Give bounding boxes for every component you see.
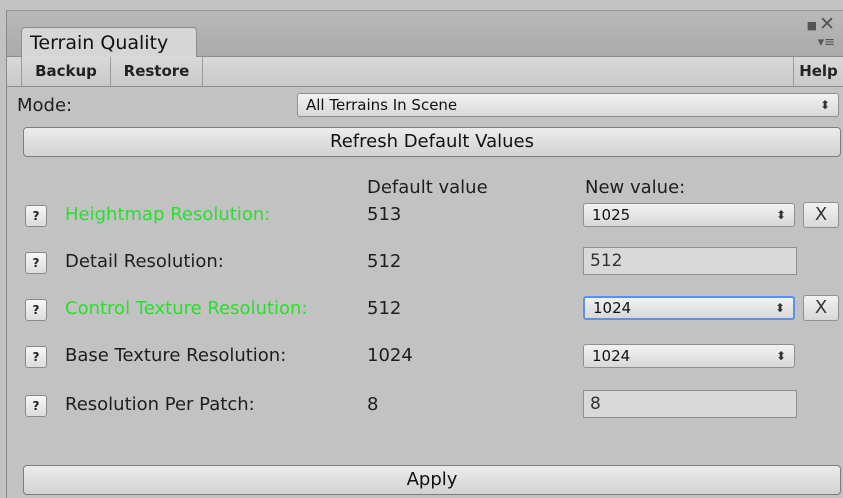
base-texture-new-value: 1024 — [592, 347, 631, 365]
default-value-header: Default value — [367, 177, 488, 198]
heightmap-default-value: 513 — [367, 204, 402, 225]
tab-strip: Terrain Quality ■ ✕ ▾≡ — [7, 11, 843, 57]
resolution-per-patch-label: Resolution Per Patch: — [65, 394, 255, 415]
help-button[interactable]: Help — [793, 57, 843, 86]
heightmap-reset-button[interactable]: X — [803, 202, 839, 228]
dropdown-arrows-icon: ⬍ — [774, 301, 785, 315]
resolution-per-patch-default-value: 8 — [367, 394, 379, 415]
base-texture-help-button[interactable]: ? — [25, 346, 47, 368]
mode-dropdown[interactable]: All Terrains In Scene ⬍ — [297, 93, 839, 117]
backup-button[interactable]: Backup — [21, 57, 111, 86]
panel-menu-icon[interactable]: ▾≡ — [818, 35, 835, 50]
dropdown-arrows-icon: ⬍ — [775, 208, 786, 222]
heightmap-resolution-label: Heightmap Resolution: — [65, 204, 271, 225]
detail-default-value: 512 — [367, 251, 402, 272]
base-texture-new-value-dropdown[interactable]: 1024 ⬍ — [583, 344, 795, 368]
heightmap-help-button[interactable]: ? — [25, 205, 47, 227]
control-texture-resolution-label: Control Texture Resolution: — [65, 298, 308, 319]
heightmap-new-value: 1025 — [592, 206, 631, 224]
detail-resolution-label: Detail Resolution: — [65, 251, 224, 272]
heightmap-new-value-dropdown[interactable]: 1025 ⬍ — [583, 203, 795, 227]
control-texture-new-value-dropdown[interactable]: 1024 ⬍ — [583, 296, 795, 320]
detail-new-value-field[interactable]: 512 — [583, 247, 797, 275]
resolution-per-patch-new-value-field[interactable]: 8 — [583, 390, 797, 418]
base-texture-resolution-label: Base Texture Resolution: — [65, 345, 287, 366]
detail-help-button[interactable]: ? — [25, 252, 47, 274]
mode-label: Mode: — [17, 95, 73, 116]
dropdown-arrows-icon: ⬍ — [819, 98, 830, 112]
control-texture-help-button[interactable]: ? — [25, 299, 47, 321]
new-value-header: New value: — [585, 177, 686, 198]
maximize-icon[interactable]: ■ — [807, 19, 817, 32]
restore-button[interactable]: Restore — [111, 57, 203, 86]
control-texture-reset-button[interactable]: X — [803, 295, 839, 321]
control-texture-default-value: 512 — [367, 298, 402, 319]
terrain-quality-window: Terrain Quality ■ ✕ ▾≡ Backup Restore He… — [6, 10, 843, 498]
control-texture-new-value: 1024 — [593, 299, 632, 317]
dropdown-arrows-icon: ⬍ — [775, 349, 786, 363]
base-texture-default-value: 1024 — [367, 345, 413, 366]
mode-selected-value: All Terrains In Scene — [306, 96, 458, 114]
apply-button[interactable]: Apply — [23, 465, 841, 495]
resolution-per-patch-help-button[interactable]: ? — [25, 395, 47, 417]
refresh-default-values-button[interactable]: Refresh Default Values — [23, 127, 841, 157]
toolbar: Backup Restore Help — [7, 57, 843, 87]
close-icon[interactable]: ✕ — [819, 13, 835, 35]
tab-terrain-quality[interactable]: Terrain Quality — [21, 27, 197, 57]
